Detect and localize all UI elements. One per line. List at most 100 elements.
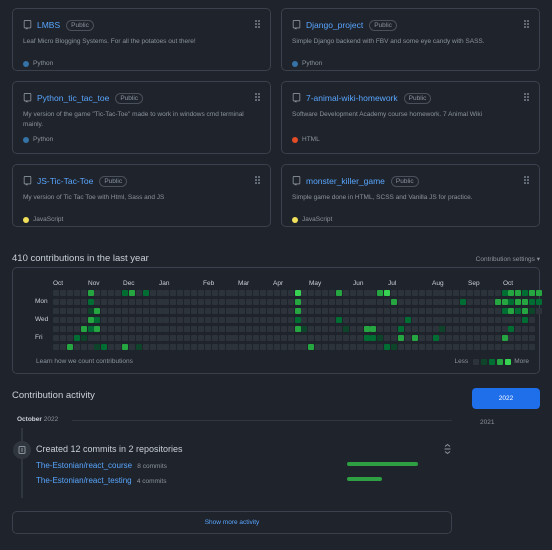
contribution-day[interactable] bbox=[377, 344, 384, 350]
contribution-day[interactable] bbox=[59, 335, 66, 341]
contribution-day[interactable] bbox=[467, 308, 473, 314]
contribution-day[interactable] bbox=[101, 317, 108, 323]
contribution-day[interactable] bbox=[404, 299, 411, 305]
contribution-day[interactable] bbox=[487, 344, 494, 350]
contribution-day[interactable] bbox=[197, 335, 204, 341]
contribution-day[interactable] bbox=[73, 290, 80, 296]
contribution-day[interactable] bbox=[122, 335, 128, 341]
contribution-day[interactable] bbox=[66, 290, 73, 296]
year-2022-button[interactable]: 2022 bbox=[472, 388, 540, 409]
contribution-day[interactable] bbox=[260, 326, 266, 332]
contribution-day[interactable] bbox=[487, 308, 494, 314]
contribution-day[interactable] bbox=[73, 299, 80, 305]
contribution-day[interactable] bbox=[473, 344, 480, 350]
contribution-day[interactable] bbox=[377, 335, 384, 341]
contribution-day[interactable] bbox=[342, 326, 349, 332]
contribution-day[interactable] bbox=[460, 335, 467, 341]
contribution-day[interactable] bbox=[301, 299, 308, 305]
repo-name-link[interactable]: 7-animal-wiki-homework bbox=[306, 93, 398, 103]
contribution-day[interactable] bbox=[335, 344, 342, 350]
contribution-day[interactable] bbox=[453, 344, 460, 350]
contribution-day[interactable] bbox=[53, 344, 59, 350]
contribution-day[interactable] bbox=[197, 344, 204, 350]
contribution-day[interactable] bbox=[115, 308, 122, 314]
contribution-day[interactable] bbox=[287, 317, 294, 323]
contribution-day[interactable] bbox=[204, 308, 211, 314]
contribution-day[interactable] bbox=[80, 344, 87, 350]
contribution-day[interactable] bbox=[191, 317, 197, 323]
contribution-day[interactable] bbox=[80, 326, 87, 332]
contribution-day[interactable] bbox=[184, 344, 191, 350]
activity-repo-link[interactable]: The-Estonian/react_course bbox=[36, 461, 132, 470]
contribution-day[interactable] bbox=[487, 299, 494, 305]
contribution-day[interactable] bbox=[411, 335, 418, 341]
contribution-day[interactable] bbox=[115, 317, 122, 323]
contribution-day[interactable] bbox=[135, 299, 142, 305]
contribution-day[interactable] bbox=[460, 290, 467, 296]
contribution-day[interactable] bbox=[294, 335, 301, 341]
contribution-day[interactable] bbox=[473, 317, 480, 323]
contribution-day[interactable] bbox=[246, 326, 253, 332]
contribution-day[interactable] bbox=[384, 326, 391, 332]
contribution-day[interactable] bbox=[404, 290, 411, 296]
contribution-day[interactable] bbox=[418, 344, 425, 350]
contribution-day[interactable] bbox=[460, 317, 467, 323]
contribution-day[interactable] bbox=[418, 308, 425, 314]
contribution-day[interactable] bbox=[515, 299, 522, 305]
contribution-day[interactable] bbox=[384, 299, 391, 305]
contribution-day[interactable] bbox=[446, 308, 453, 314]
contribution-day[interactable] bbox=[522, 308, 529, 314]
contribution-day[interactable] bbox=[411, 317, 418, 323]
contribution-settings-dropdown[interactable]: Contribution settings ▾ bbox=[476, 255, 540, 263]
contribution-day[interactable] bbox=[480, 308, 487, 314]
contribution-day[interactable] bbox=[73, 317, 80, 323]
contribution-day[interactable] bbox=[536, 299, 542, 305]
contribution-day[interactable] bbox=[315, 299, 322, 305]
contribution-day[interactable] bbox=[135, 317, 142, 323]
contribution-day[interactable] bbox=[335, 317, 342, 323]
contribution-day[interactable] bbox=[411, 308, 418, 314]
contribution-day[interactable] bbox=[53, 290, 59, 296]
contribution-day[interactable] bbox=[439, 308, 446, 314]
contribution-day[interactable] bbox=[142, 344, 149, 350]
contribution-day[interactable] bbox=[329, 317, 335, 323]
contribution-day[interactable] bbox=[142, 308, 149, 314]
contribution-day[interactable] bbox=[356, 344, 363, 350]
contribution-day[interactable] bbox=[80, 308, 87, 314]
contribution-day[interactable] bbox=[329, 290, 335, 296]
contribution-day[interactable] bbox=[280, 317, 287, 323]
contribution-day[interactable] bbox=[356, 317, 363, 323]
contribution-day[interactable] bbox=[349, 326, 356, 332]
contribution-day[interactable] bbox=[101, 344, 108, 350]
contribution-day[interactable] bbox=[508, 299, 515, 305]
contribution-day[interactable] bbox=[232, 290, 239, 296]
contribution-day[interactable] bbox=[391, 317, 398, 323]
contribution-day[interactable] bbox=[101, 290, 108, 296]
contribution-day[interactable] bbox=[370, 317, 377, 323]
contribution-day[interactable] bbox=[87, 299, 94, 305]
contribution-day[interactable] bbox=[480, 290, 487, 296]
contribution-day[interactable] bbox=[280, 326, 287, 332]
contribution-day[interactable] bbox=[253, 326, 260, 332]
contribution-day[interactable] bbox=[404, 344, 411, 350]
contribution-day[interactable] bbox=[480, 344, 487, 350]
activity-commit-count[interactable]: 4 commits bbox=[137, 478, 167, 485]
contribution-day[interactable] bbox=[204, 344, 211, 350]
contribution-day[interactable] bbox=[287, 344, 294, 350]
contribution-day[interactable] bbox=[204, 317, 211, 323]
contribution-day[interactable] bbox=[404, 308, 411, 314]
contribution-day[interactable] bbox=[177, 326, 184, 332]
contribution-day[interactable] bbox=[301, 326, 308, 332]
contribution-day[interactable] bbox=[529, 308, 536, 314]
contribution-day[interactable] bbox=[128, 299, 135, 305]
contribution-day[interactable] bbox=[108, 344, 115, 350]
contribution-day[interactable] bbox=[322, 326, 329, 332]
contribution-day[interactable] bbox=[260, 299, 266, 305]
contribution-day[interactable] bbox=[494, 335, 501, 341]
contribution-day[interactable] bbox=[308, 326, 315, 332]
contribution-day[interactable] bbox=[108, 308, 115, 314]
contribution-day[interactable] bbox=[308, 299, 315, 305]
contribution-day[interactable] bbox=[370, 299, 377, 305]
contribution-day[interactable] bbox=[432, 335, 439, 341]
contribution-day[interactable] bbox=[453, 335, 460, 341]
